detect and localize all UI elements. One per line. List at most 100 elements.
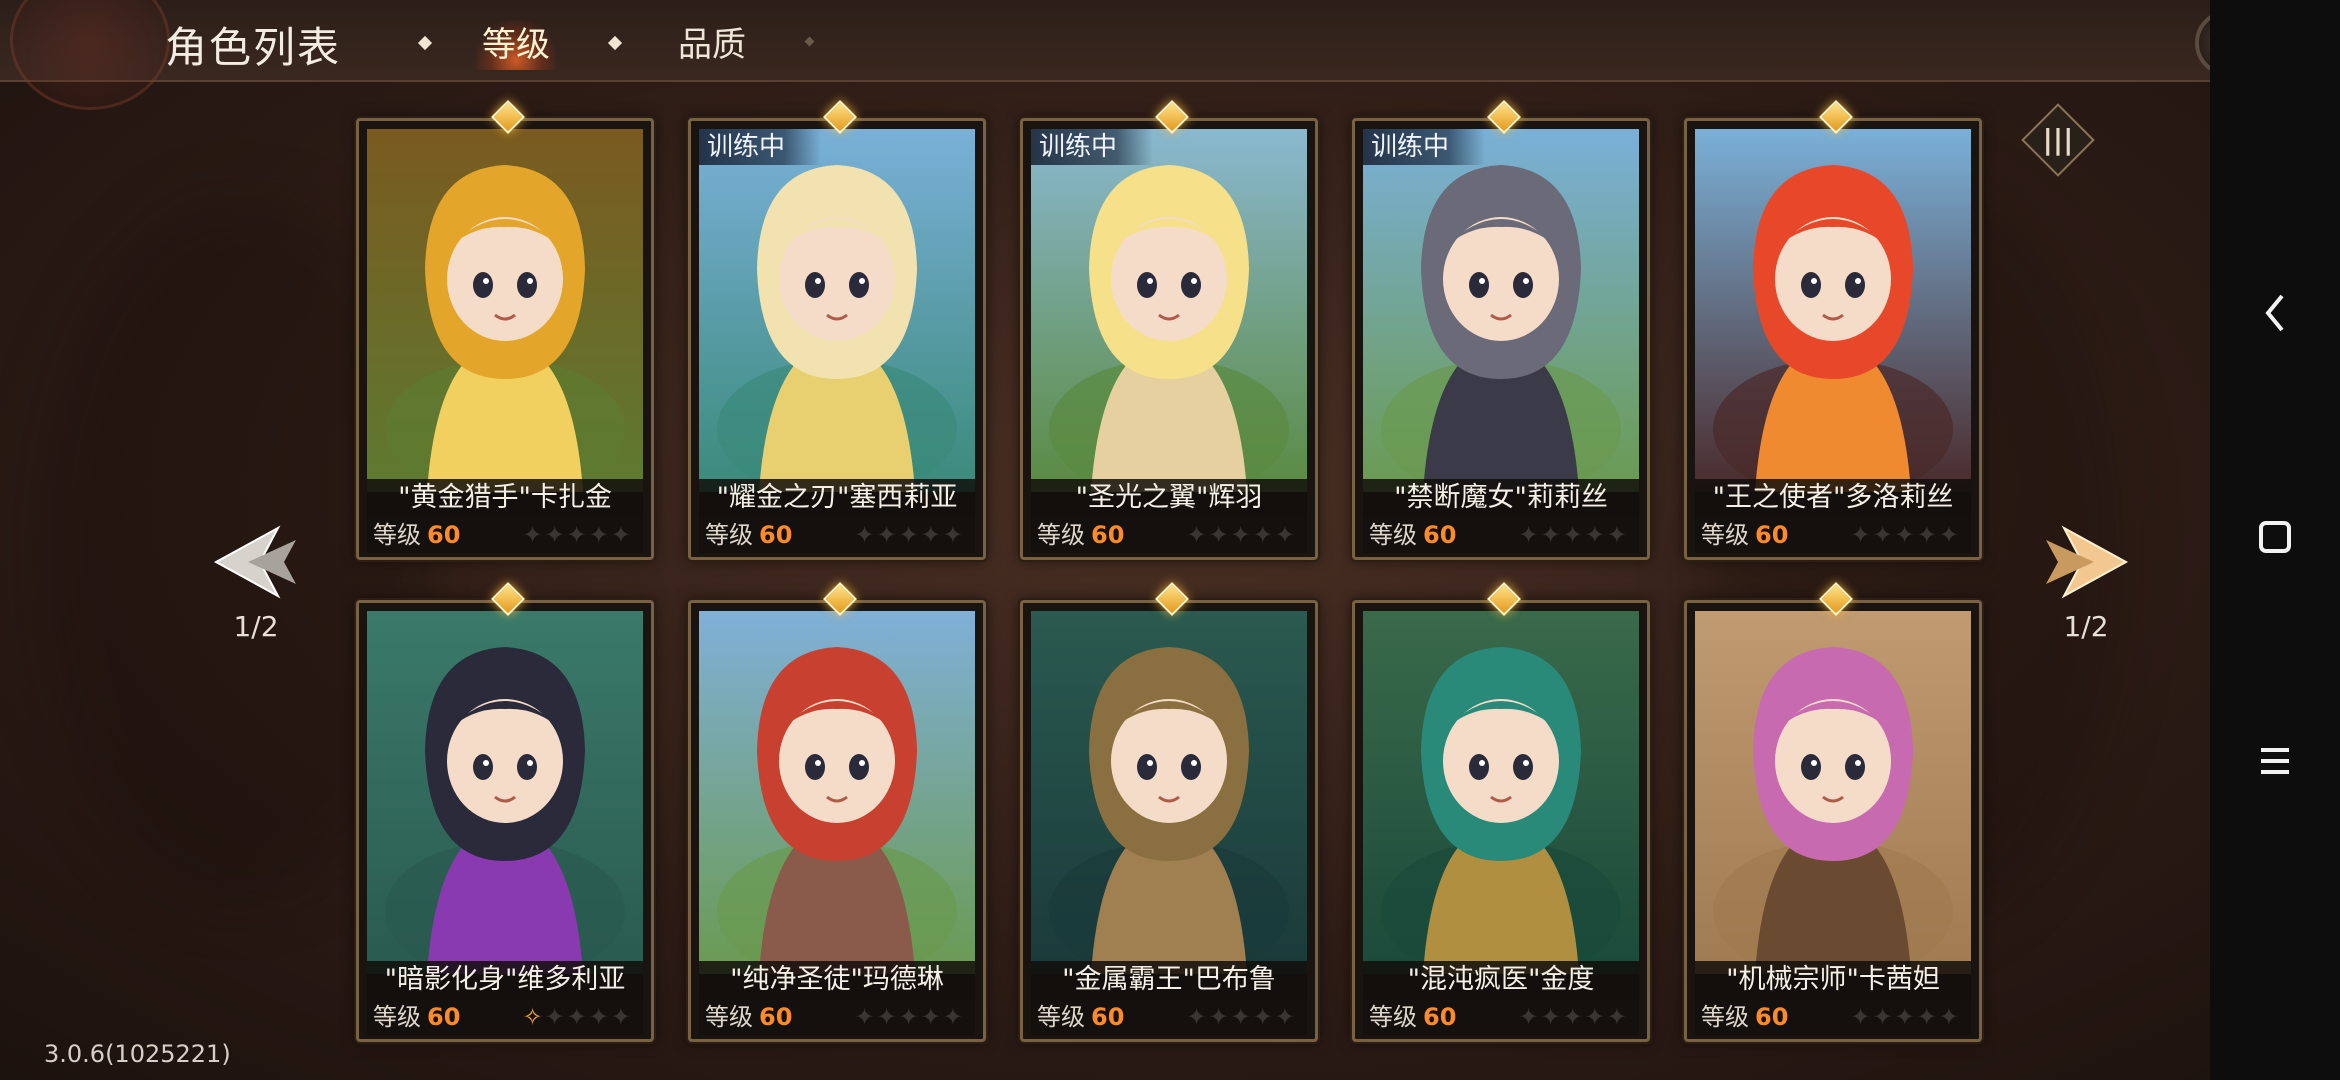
level-value: 60 bbox=[1091, 521, 1125, 549]
star-rating: ✧✦✦✦✦ bbox=[522, 999, 633, 1035]
level-value: 60 bbox=[759, 521, 793, 549]
level-row: 等级 60 ✦✦✦✦✦ bbox=[1363, 517, 1639, 553]
character-art bbox=[1363, 129, 1639, 492]
character-portrait bbox=[367, 611, 643, 974]
level-label: 等级 bbox=[1369, 521, 1417, 549]
character-card[interactable]: "暗影化身"维多利亚 等级 60 ✧✦✦✦✦ bbox=[356, 582, 654, 1042]
star-icon: ✦ bbox=[1208, 1003, 1231, 1031]
version-label: 3.0.6(1025221) bbox=[44, 1040, 231, 1068]
tab-level[interactable]: 等级 bbox=[476, 20, 556, 70]
character-name: "黄金猎手"卡扎金 bbox=[367, 479, 643, 517]
character-card[interactable]: "混沌疯医"金度 等级 60 ✦✦✦✦✦ bbox=[1352, 582, 1650, 1042]
level-value: 60 bbox=[1755, 1003, 1789, 1031]
character-card[interactable]: "机械宗师"卡茜妲 等级 60 ✦✦✦✦✦ bbox=[1684, 582, 1982, 1042]
level-label: 等级 bbox=[1037, 521, 1085, 549]
character-name: "纯净圣徒"玛德琳 bbox=[699, 961, 975, 999]
character-portrait bbox=[1695, 611, 1971, 974]
level-row: 等级 60 ✧✦✦✦✦ bbox=[367, 999, 643, 1035]
star-icon: ✦ bbox=[1938, 1003, 1961, 1031]
star-icon: ✦ bbox=[1252, 521, 1275, 549]
star-icon: ✦ bbox=[1208, 521, 1231, 549]
list-view-icon: ||| bbox=[2042, 123, 2074, 156]
star-icon: ✦ bbox=[920, 521, 943, 549]
level-value: 60 bbox=[427, 1003, 461, 1031]
star-icon: ✦ bbox=[1606, 521, 1629, 549]
star-icon: ✦ bbox=[1584, 521, 1607, 549]
arrow-left-icon bbox=[213, 525, 296, 599]
level-value: 60 bbox=[427, 521, 461, 549]
tab-divider-diamond bbox=[417, 35, 433, 51]
level-value: 60 bbox=[1423, 1003, 1457, 1031]
level-row: 等级 60 ✦✦✦✦✦ bbox=[699, 517, 975, 553]
star-icon: ✦ bbox=[1562, 521, 1585, 549]
back-icon bbox=[2265, 294, 2284, 332]
tab-divider-diamond bbox=[607, 35, 623, 51]
arrow-right-icon bbox=[2046, 525, 2129, 599]
home-button[interactable] bbox=[2210, 520, 2340, 558]
star-rating: ✦✦✦✦✦ bbox=[1186, 517, 1297, 553]
character-card[interactable]: 训练中 "耀金之刃"塞西莉亚 等级 60 ✦✦✦✦✦ bbox=[688, 100, 986, 560]
level-label: 等级 bbox=[1369, 1003, 1417, 1031]
recents-button[interactable] bbox=[2210, 746, 2340, 780]
star-icon: ✦ bbox=[566, 521, 589, 549]
page-indicator: 1/2 bbox=[2063, 610, 2109, 643]
character-name: "禁断魔女"莉莉丝 bbox=[1363, 479, 1639, 517]
character-card[interactable]: "纯净圣徒"玛德琳 等级 60 ✦✦✦✦✦ bbox=[688, 582, 986, 1042]
star-icon: ✦ bbox=[1606, 1003, 1629, 1031]
next-page-button[interactable]: 1/2 bbox=[2026, 520, 2146, 643]
character-name: "王之使者"多洛莉丝 bbox=[1695, 479, 1971, 517]
level-row: 等级 60 ✦✦✦✦✦ bbox=[1695, 517, 1971, 553]
level-value: 60 bbox=[759, 1003, 793, 1031]
star-icon: ✦ bbox=[1230, 1003, 1253, 1031]
prev-page-button[interactable]: 1/2 bbox=[196, 520, 316, 643]
star-icon: ✦ bbox=[610, 1003, 633, 1031]
character-card[interactable]: "黄金猎手"卡扎金 等级 60 ✦✦✦✦✦ bbox=[356, 100, 654, 560]
star-icon: ✦ bbox=[1518, 521, 1541, 549]
star-icon: ✦ bbox=[588, 1003, 611, 1031]
star-icon: ✦ bbox=[854, 521, 877, 549]
sort-toggle-button[interactable]: ||| bbox=[2021, 103, 2095, 177]
character-art bbox=[699, 611, 975, 974]
star-icon: ✦ bbox=[566, 1003, 589, 1031]
system-nav-bar bbox=[2210, 0, 2340, 1080]
star-icon: ✦ bbox=[1186, 521, 1209, 549]
level-row: 等级 60 ✦✦✦✦✦ bbox=[1031, 517, 1307, 553]
star-icon: ✦ bbox=[1894, 521, 1917, 549]
page-indicator: 1/2 bbox=[233, 610, 279, 643]
star-icon: ✦ bbox=[1938, 521, 1961, 549]
menu-icon bbox=[2261, 748, 2289, 774]
tab-divider-diamond bbox=[804, 36, 815, 47]
level-label: 等级 bbox=[373, 1003, 421, 1031]
character-art bbox=[1031, 129, 1307, 492]
character-card[interactable]: "金属霸王"巴布鲁 等级 60 ✦✦✦✦✦ bbox=[1020, 582, 1318, 1042]
star-icon: ✦ bbox=[876, 1003, 899, 1031]
star-icon: ✦ bbox=[1872, 521, 1895, 549]
level-value: 60 bbox=[1423, 521, 1457, 549]
star-icon: ✦ bbox=[1186, 1003, 1209, 1031]
star-icon: ✦ bbox=[1916, 1003, 1939, 1031]
level-label: 等级 bbox=[373, 521, 421, 549]
character-card[interactable]: 训练中 "圣光之翼"辉羽 等级 60 ✦✦✦✦✦ bbox=[1020, 100, 1318, 560]
tab-quality[interactable]: 品质 bbox=[672, 20, 752, 70]
character-art bbox=[1695, 611, 1971, 974]
back-button[interactable] bbox=[2210, 290, 2340, 340]
star-rating: ✦✦✦✦✦ bbox=[854, 517, 965, 553]
star-icon: ✦ bbox=[1540, 1003, 1563, 1031]
star-rating: ✦✦✦✦✦ bbox=[1850, 517, 1961, 553]
star-icon: ✦ bbox=[1872, 1003, 1895, 1031]
star-icon: ✦ bbox=[942, 1003, 965, 1031]
character-name: "圣光之翼"辉羽 bbox=[1031, 479, 1307, 517]
training-badge: 训练中 bbox=[1363, 129, 1486, 165]
character-portrait bbox=[1363, 611, 1639, 974]
character-card[interactable]: 训练中 "禁断魔女"莉莉丝 等级 60 ✦✦✦✦✦ bbox=[1352, 100, 1650, 560]
star-rating: ✦✦✦✦✦ bbox=[522, 517, 633, 553]
star-icon: ✦ bbox=[1252, 1003, 1275, 1031]
character-art bbox=[699, 129, 975, 492]
star-icon: ✦ bbox=[1916, 521, 1939, 549]
page-title: 角色列表 bbox=[165, 23, 342, 72]
star-icon: ✦ bbox=[610, 521, 633, 549]
level-label: 等级 bbox=[1037, 1003, 1085, 1031]
star-icon: ✦ bbox=[854, 1003, 877, 1031]
level-label: 等级 bbox=[705, 1003, 753, 1031]
character-card[interactable]: "王之使者"多洛莉丝 等级 60 ✦✦✦✦✦ bbox=[1684, 100, 1982, 560]
